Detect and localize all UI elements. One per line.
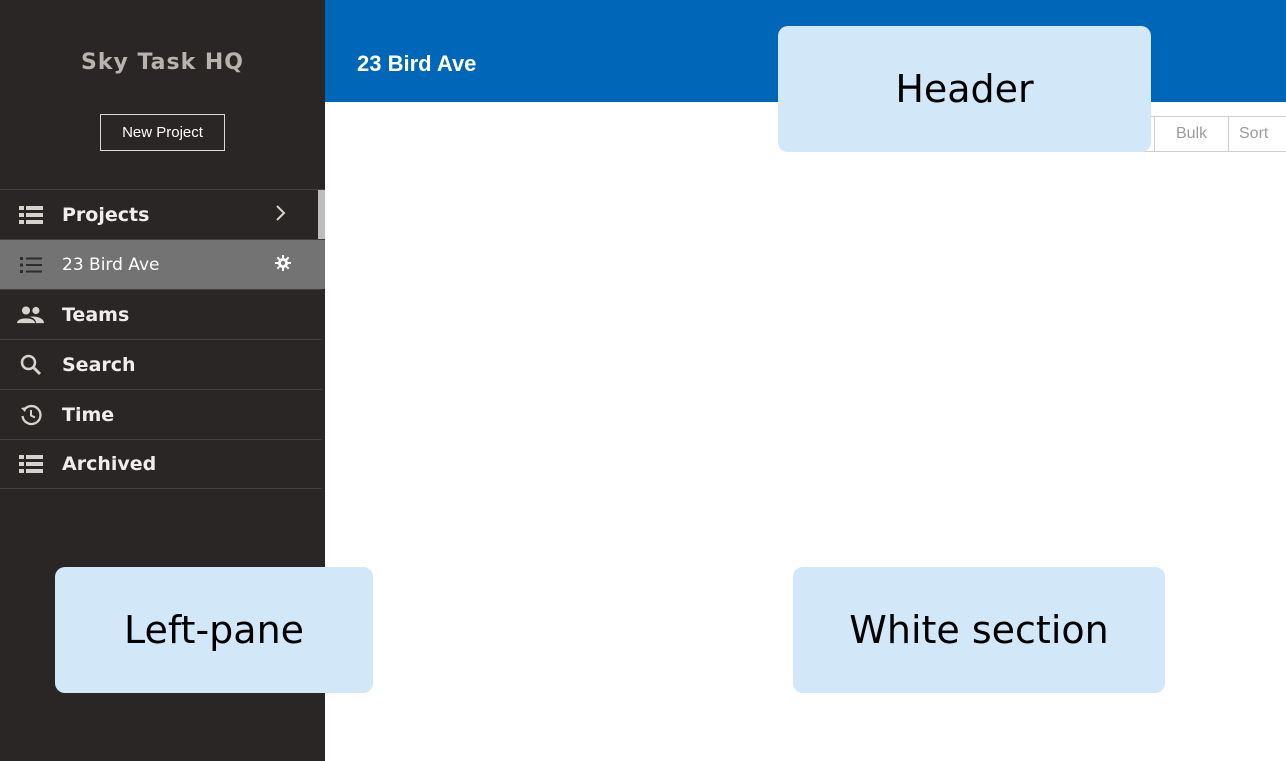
white-section-callout: White section [793,567,1165,693]
sidebar-item-label: Archived [62,453,157,475]
list-grid-icon [17,452,44,476]
sidebar-item-search[interactable]: Search [0,339,322,389]
new-project-button[interactable]: New Project [100,114,225,151]
list-icon [17,253,44,277]
sidebar-item-label: Projects [62,203,150,226]
people-icon [17,303,44,327]
header-callout: Header [778,26,1151,152]
sidebar-nav: Projects 23 Bird Ave Teams Search Time A… [0,189,325,489]
gear-icon[interactable] [275,254,291,275]
bulk-button[interactable]: Bulk [1155,116,1229,152]
chevron-right-icon[interactable] [274,204,288,226]
sidebar-item-teams[interactable]: Teams [0,289,322,339]
page-title: 23 Bird Ave [357,51,477,76]
sidebar-item-label: Teams [62,303,130,326]
left-pane-callout: Left-pane [55,567,373,693]
sidebar-item-label: Search [62,353,136,376]
scrollbar-thumb[interactable] [318,190,325,239]
sidebar-item-23-bird-ave[interactable]: 23 Bird Ave [0,239,325,289]
list-grid-icon [17,203,44,227]
sidebar-item-label: 23 Bird Ave [62,254,160,275]
app-brand: Sky Task HQ [81,50,244,75]
sidebar-item-time[interactable]: Time [0,389,322,439]
history-icon [17,403,44,427]
sidebar-item-projects[interactable]: Projects [0,189,325,239]
search-icon [17,353,44,377]
toolbar: Bulk Sort [1130,116,1286,152]
sidebar-item-archived[interactable]: Archived [0,439,322,489]
sort-button[interactable]: Sort [1229,116,1286,152]
sidebar-item-label: Time [62,403,115,426]
